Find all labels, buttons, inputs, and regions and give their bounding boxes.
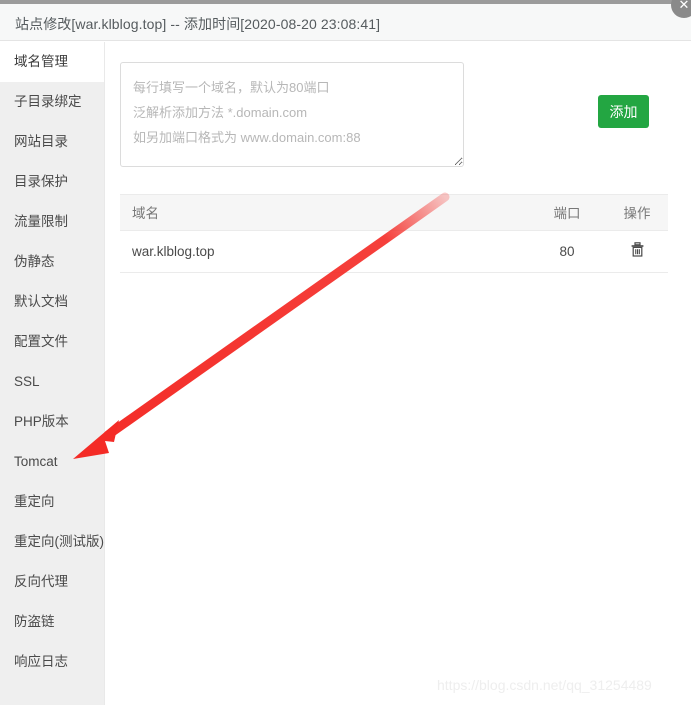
- domain-table: 域名 端口 操作 war.klblog.top 80: [120, 194, 668, 273]
- cell-action: [606, 230, 668, 273]
- sidebar-item-label: 响应日志: [14, 654, 68, 669]
- sidebar-item-directory-protection[interactable]: 目录保护: [0, 162, 104, 202]
- sidebar-item-label: 子目录绑定: [14, 94, 82, 109]
- sidebar-item-redirect-beta[interactable]: 重定向(测试版): [0, 522, 104, 562]
- sidebar-item-label: 伪静态: [14, 254, 55, 269]
- sidebar-item-subdirectory-binding[interactable]: 子目录绑定: [0, 82, 104, 122]
- sidebar-item-ssl[interactable]: SSL: [0, 362, 104, 402]
- sidebar-item-label: 域名管理: [14, 54, 68, 69]
- cell-domain: war.klblog.top: [120, 230, 528, 273]
- sidebar-item-label: 配置文件: [14, 334, 68, 349]
- sidebar-item-redirect[interactable]: 重定向: [0, 482, 104, 522]
- sidebar-item-php-version[interactable]: PHP版本: [0, 402, 104, 442]
- sidebar-item-label: SSL: [14, 374, 40, 389]
- sidebar: 域名管理 子目录绑定 网站目录 目录保护 流量限制 伪静态 默认文档 配置文件 …: [0, 42, 105, 705]
- domain-input[interactable]: [120, 62, 464, 167]
- sidebar-item-label: 网站目录: [14, 134, 68, 149]
- cell-port: 80: [528, 230, 606, 273]
- main-content: 添加 域名 端口 操作 war.klblog.top 80: [106, 42, 691, 705]
- sidebar-item-label: 反向代理: [14, 574, 68, 589]
- sidebar-item-default-document[interactable]: 默认文档: [0, 282, 104, 322]
- sidebar-item-label: 重定向(测试版): [14, 534, 104, 549]
- sidebar-item-label: Tomcat: [14, 454, 58, 469]
- sidebar-item-config-file[interactable]: 配置文件: [0, 322, 104, 362]
- sidebar-item-response-log[interactable]: 响应日志: [0, 642, 104, 682]
- sidebar-item-reverse-proxy[interactable]: 反向代理: [0, 562, 104, 602]
- sidebar-item-domain-management[interactable]: 域名管理: [0, 42, 104, 82]
- window-titlebar: 站点修改[war.klblog.top] -- 添加时间[2020-08-20 …: [0, 4, 691, 41]
- trash-icon[interactable]: [630, 241, 645, 261]
- site-modify-window: 站点修改[war.klblog.top] -- 添加时间[2020-08-20 …: [0, 0, 691, 705]
- csdn-watermark: https://blog.csdn.net/qq_31254489: [437, 677, 652, 693]
- column-header-action: 操作: [606, 195, 668, 231]
- column-header-port: 端口: [528, 195, 606, 231]
- window-title: 站点修改[war.klblog.top] -- 添加时间[2020-08-20 …: [15, 16, 381, 32]
- sidebar-item-tomcat[interactable]: Tomcat: [0, 442, 104, 482]
- sidebar-item-label: PHP版本: [14, 414, 69, 429]
- sidebar-item-rewrite[interactable]: 伪静态: [0, 242, 104, 282]
- column-header-domain: 域名: [120, 195, 528, 231]
- sidebar-item-label: 防盗链: [14, 614, 55, 629]
- sidebar-item-website-directory[interactable]: 网站目录: [0, 122, 104, 162]
- add-button[interactable]: 添加: [598, 95, 649, 128]
- table-header-row: 域名 端口 操作: [120, 195, 668, 231]
- sidebar-item-label: 目录保护: [14, 174, 68, 189]
- sidebar-item-label: 流量限制: [14, 214, 68, 229]
- sidebar-item-label: 重定向: [14, 494, 55, 509]
- table-row: war.klblog.top 80: [120, 230, 668, 273]
- sidebar-item-anti-leech[interactable]: 防盗链: [0, 602, 104, 642]
- sidebar-item-label: 默认文档: [14, 294, 68, 309]
- sidebar-item-traffic-limit[interactable]: 流量限制: [0, 202, 104, 242]
